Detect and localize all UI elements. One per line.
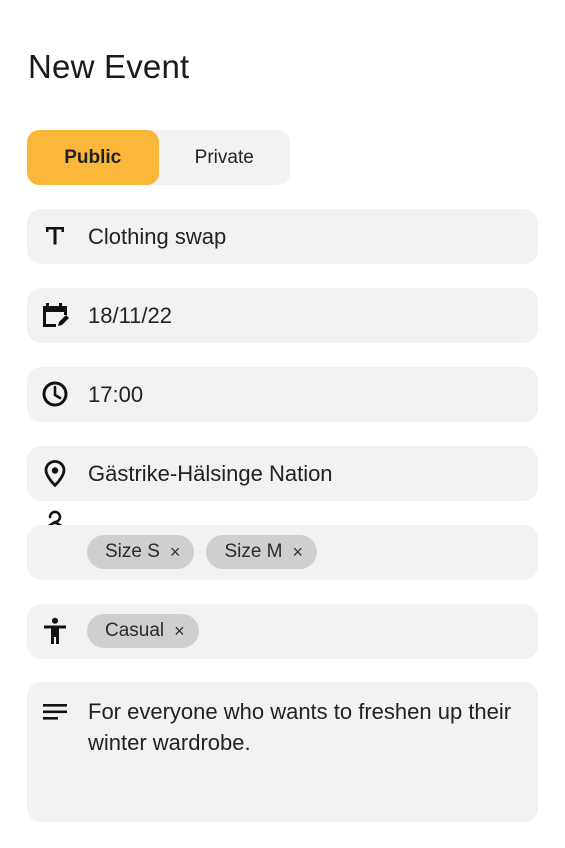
location-field[interactable]: Gästrike-Hälsinge Nation (27, 446, 538, 501)
event-name-value: Clothing swap (88, 224, 227, 249)
sizes-field[interactable]: Size S × Size M × (27, 525, 538, 580)
calendar-edit-icon (41, 301, 69, 329)
text-icon (41, 222, 69, 250)
tab-private[interactable]: Private (159, 130, 291, 185)
page-title: New Event (28, 48, 190, 85)
description-value: For everyone who wants to freshen up the… (88, 699, 512, 755)
close-icon[interactable]: × (170, 542, 181, 563)
location-pin-icon (41, 459, 69, 487)
close-icon[interactable]: × (293, 542, 304, 563)
time-field[interactable]: 17:00 (27, 367, 538, 422)
location-value: Gästrike-Hälsinge Nation (88, 461, 333, 486)
person-icon (41, 617, 69, 645)
close-icon[interactable]: × (174, 621, 185, 642)
dress-code-field[interactable]: Casual × (27, 604, 538, 659)
tag-label: Casual (105, 620, 165, 641)
time-value: 17:00 (88, 382, 144, 407)
tag-size-m[interactable]: Size M × (206, 535, 318, 569)
description-field[interactable]: For everyone who wants to freshen up the… (27, 682, 538, 822)
tag-label: Size M (224, 541, 283, 562)
clock-icon (41, 380, 69, 408)
tag-size-s[interactable]: Size S × (87, 535, 195, 569)
tag-casual[interactable]: Casual × (87, 614, 199, 648)
date-value: 18/11/22 (88, 303, 173, 328)
notes-icon (41, 698, 69, 726)
tab-public[interactable]: Public (27, 130, 159, 185)
visibility-toggle: Public Private (27, 130, 290, 185)
event-name-field[interactable]: Clothing swap (27, 209, 538, 264)
date-field[interactable]: 18/11/22 (27, 288, 538, 343)
tag-label: Size S (105, 541, 160, 562)
